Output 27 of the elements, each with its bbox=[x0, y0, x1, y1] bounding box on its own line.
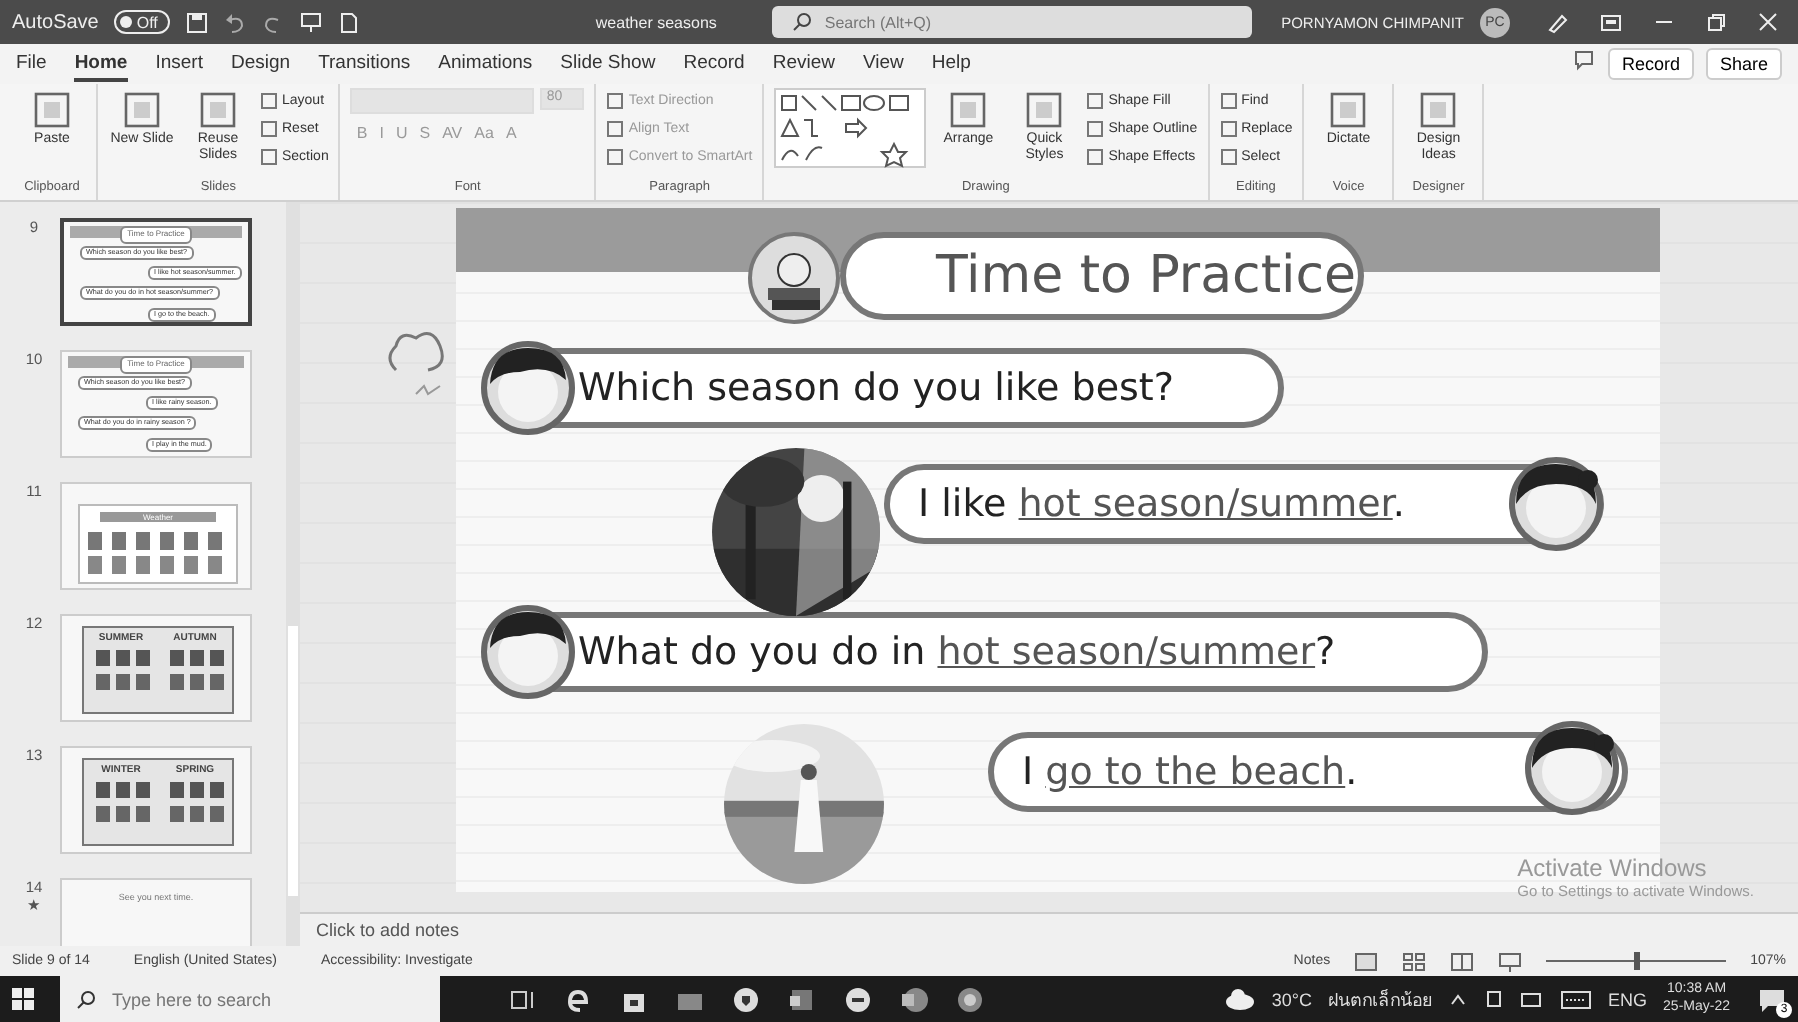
menu-tab[interactable]: Design bbox=[230, 47, 291, 81]
menu-tab[interactable]: Insert bbox=[155, 47, 203, 81]
menu-tab[interactable]: Record bbox=[683, 47, 745, 81]
taskbar-search-field[interactable]: Type here to search bbox=[60, 976, 440, 1022]
slide-title: Time to Practice bbox=[840, 232, 1364, 320]
menu-tab[interactable]: Slide Show bbox=[560, 47, 656, 81]
autosave-label: AutoSave bbox=[12, 11, 99, 33]
weather-status: ฝนตกเล็กน้อย bbox=[1328, 987, 1433, 1013]
file-name[interactable]: weather seasons bbox=[595, 13, 717, 31]
menu-tab[interactable]: File bbox=[16, 47, 47, 81]
toolbar-button[interactable]: Share bbox=[1705, 48, 1782, 80]
dialogue-sentence: I like hot season/summer. bbox=[918, 482, 1405, 526]
menu-tab[interactable]: Review bbox=[772, 47, 835, 81]
autosave-toggle[interactable]: Off bbox=[114, 10, 170, 34]
temperature: 30°C bbox=[1271, 989, 1313, 1009]
toolbar-button[interactable]: Record bbox=[1607, 48, 1694, 80]
notes-placeholder[interactable]: Click to add notes bbox=[316, 920, 460, 940]
menu-tab[interactable]: Transitions bbox=[318, 47, 411, 81]
menu-tab[interactable]: Help bbox=[931, 47, 971, 81]
menu-tab[interactable]: Animations bbox=[438, 47, 533, 81]
activation-title: Activate Windows bbox=[1517, 854, 1709, 882]
dialogue-sentence: Which season do you like best? bbox=[578, 366, 1174, 410]
dialogue-sentence: I go to the beach. bbox=[1022, 750, 1358, 794]
menu-tab[interactable]: View bbox=[862, 47, 904, 81]
dialogue-sentence: What do you do in hot season/summer? bbox=[578, 630, 1336, 674]
search-field[interactable]: Search (Alt+Q) bbox=[772, 6, 1253, 38]
input-language[interactable]: ENG bbox=[1608, 989, 1648, 1009]
